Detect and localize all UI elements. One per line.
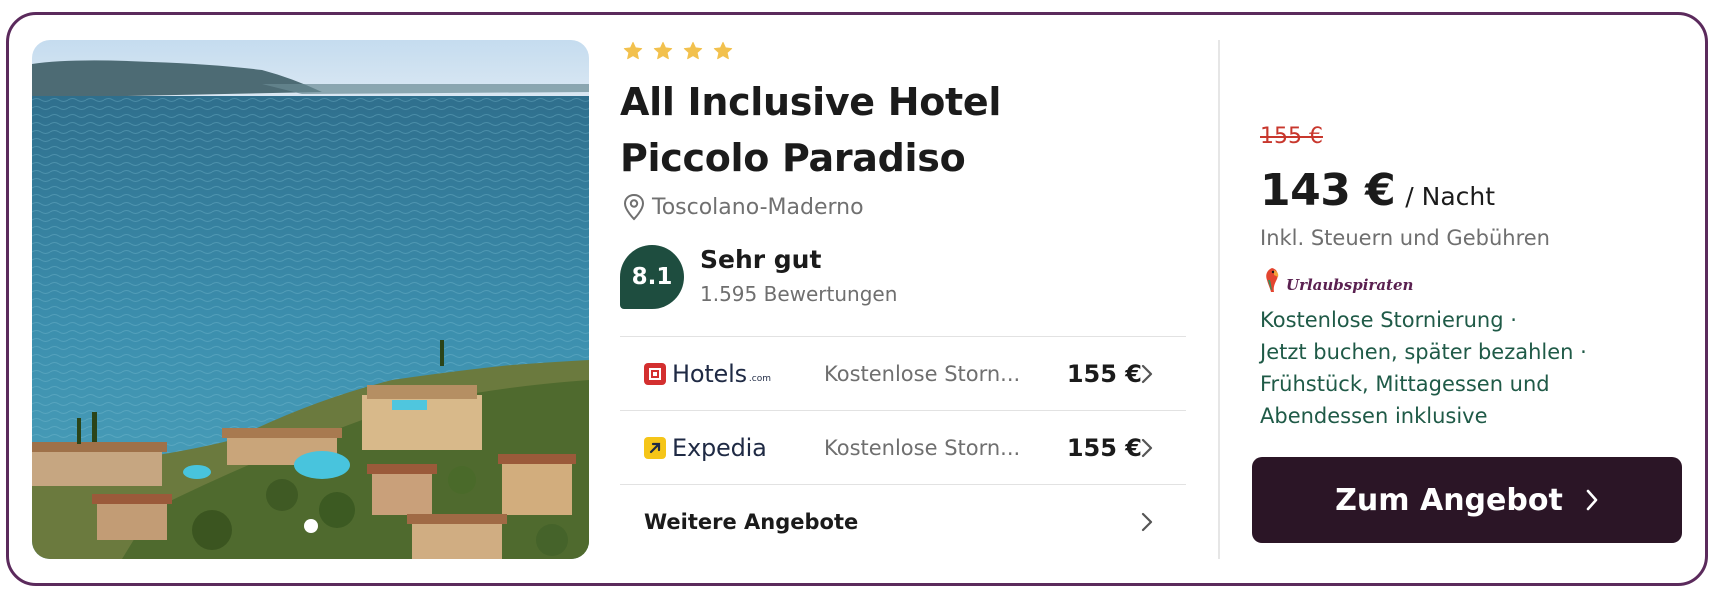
feature-line: Kostenlose Stornierung ·: [1260, 308, 1517, 332]
tax-note: Inkl. Steuern und Gebühren: [1260, 226, 1550, 250]
hotel-photo[interactable]: [32, 40, 589, 559]
provider-name: Urlaubspiraten: [1286, 276, 1414, 294]
deal-features: Kostenlose Stornierung · Jetzt buchen, s…: [1260, 304, 1640, 432]
offer-description: Kostenlose Storn...: [824, 435, 1021, 460]
gallery-dot-active[interactable]: [303, 519, 318, 533]
expedia-logo-text: Expedia: [672, 433, 767, 462]
column-divider: [1218, 40, 1220, 559]
chevron-right-icon: [1141, 438, 1153, 458]
star-icon: [713, 41, 733, 60]
offer-price: 155 €: [1066, 433, 1142, 462]
feature-line: Jetzt buchen, später bezahlen ·: [1260, 340, 1587, 364]
to-offer-button[interactable]: Zum Angebot: [1252, 457, 1682, 543]
hotels-logo-suffix: .com: [748, 373, 771, 384]
feature-line: Frühstück, Mittagessen und: [1260, 372, 1550, 396]
expedia-logo-icon: [644, 436, 666, 459]
offer-description: Kostenlose Storn...: [824, 361, 1021, 386]
rating-summary: Sehr gut 1.595 Bewertungen: [700, 245, 897, 306]
location-text: Toscolano-Maderno: [652, 194, 864, 220]
more-offers-label: Weitere Angebote: [644, 509, 859, 534]
per-night-label: / Nacht: [1405, 182, 1496, 211]
more-offers-row[interactable]: Weitere Angebote: [620, 484, 1186, 558]
to-offer-button-label: Zum Angebot: [1335, 482, 1563, 518]
hotels-logo-text: Hotels: [672, 359, 747, 388]
star-rating: [622, 40, 734, 62]
gallery-dots[interactable]: [32, 519, 589, 533]
old-price: 155 €: [1260, 124, 1323, 149]
expedia-logo: Expedia: [644, 434, 824, 462]
star-icon: [683, 41, 703, 60]
location-pin-icon: [623, 193, 645, 221]
price-line: 143 € / Nacht: [1260, 165, 1495, 216]
review-count: 1.595 Bewertungen: [700, 282, 898, 306]
offer-list: Hotels .com Kostenlose Storn... 155 € Ex…: [620, 336, 1186, 558]
deal-provider: Urlaubspiraten: [1262, 266, 1413, 294]
hotel-name[interactable]: All Inclusive Hotel Piccolo Paradiso: [620, 74, 1140, 186]
hotel-photo-image: [32, 40, 589, 559]
hotels-logo-icon: [644, 362, 666, 385]
current-price: 143 €: [1260, 165, 1396, 216]
star-icon: [653, 41, 673, 60]
hotel-location: Toscolano-Maderno: [622, 193, 864, 221]
star-icon: [623, 41, 643, 60]
hotels-logo: Hotels .com: [644, 360, 824, 388]
rating-score-badge: 8.1: [620, 245, 684, 309]
parrot-logo-icon: [1266, 268, 1279, 292]
rating-label: Sehr gut: [700, 245, 822, 274]
feature-line: Abendessen inklusive: [1260, 404, 1488, 428]
offer-row-expedia[interactable]: Expedia Kostenlose Storn... 155 €: [620, 410, 1186, 484]
chevron-right-icon: [1586, 489, 1598, 511]
chevron-right-icon: [1141, 512, 1153, 532]
chevron-right-icon: [1141, 364, 1153, 384]
offer-price: 155 €: [1066, 359, 1142, 388]
offer-row-hotels[interactable]: Hotels .com Kostenlose Storn... 155 €: [620, 336, 1186, 410]
